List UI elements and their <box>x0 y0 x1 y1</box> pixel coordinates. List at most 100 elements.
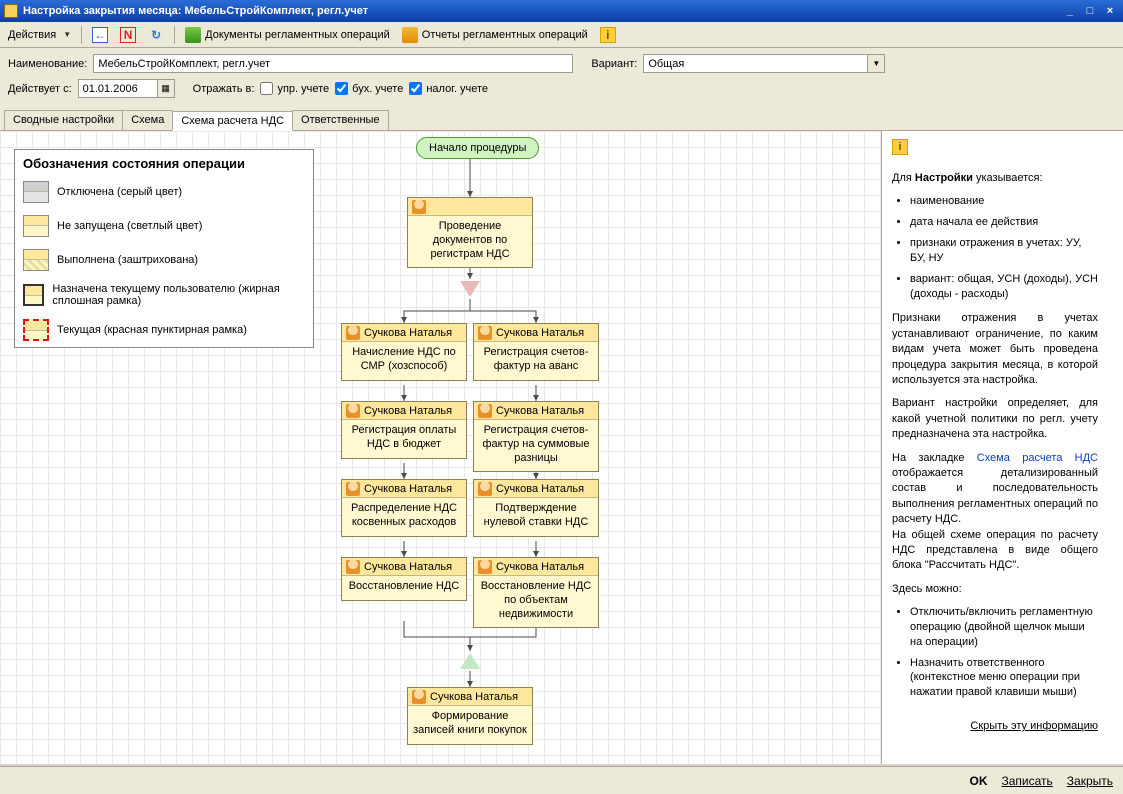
close-window-button[interactable]: × <box>1101 3 1119 19</box>
person-icon <box>412 200 426 214</box>
variant-label: Вариант: <box>591 58 637 70</box>
legend-item-off: Отключена (серый цвет) <box>15 175 313 209</box>
check-nal-label: налог. учете <box>426 83 488 95</box>
documents-icon <box>185 27 201 43</box>
person-icon <box>346 326 360 340</box>
minimize-button[interactable]: _ <box>1061 3 1079 19</box>
window-title: Настройка закрытия месяца: МебельСтройКо… <box>23 5 368 17</box>
legend-box: Обозначения состояния операции Отключена… <box>14 149 314 348</box>
back-icon: ← <box>92 27 108 43</box>
chevron-down-icon: ▼ <box>63 30 71 39</box>
documents-button[interactable]: Документы регламентных операций <box>181 25 394 45</box>
documents-label: Документы регламентных операций <box>205 29 390 41</box>
node-left-0[interactable]: Сучкова Наталья Начисление НДС по СМР (х… <box>341 323 467 381</box>
help-para: Признаки отражения в учетах устанавливаю… <box>892 311 1098 388</box>
check-upr[interactable]: упр. учете <box>260 82 329 95</box>
legend-swatch-done <box>23 249 49 271</box>
ok-button[interactable]: OK <box>970 774 988 788</box>
node-right-3[interactable]: Сучкова Наталья Восстановление НДС по об… <box>473 557 599 628</box>
reflect-label: Отражать в: <box>193 83 255 95</box>
back-button[interactable]: ← <box>88 25 112 45</box>
check-buh-label: бух. учете <box>352 83 403 95</box>
help-pane: i Для Настройки указывается: наименовани… <box>882 131 1108 764</box>
legend-swatch-notrun <box>23 215 49 237</box>
person-icon <box>346 560 360 574</box>
node-right-0[interactable]: Сучкова Наталья Регистрация счетов-факту… <box>473 323 599 381</box>
tab-summary[interactable]: Сводные настройки <box>4 110 123 130</box>
check-buh-box[interactable] <box>335 82 348 95</box>
legend-swatch-assigned <box>23 284 44 306</box>
check-nal[interactable]: налог. учете <box>409 82 488 95</box>
node-first[interactable]: Проведение документов по регистрам НДС <box>407 197 533 268</box>
tab-scheme[interactable]: Схема <box>122 110 173 130</box>
toolbar: Действия ▼ ← N ↻ Документы регламентных … <box>0 22 1123 48</box>
calendar-button[interactable]: ▦ <box>158 79 175 98</box>
reports-label: Отчеты регламентных операций <box>422 29 588 41</box>
legend-item-assigned: Назначена текущему пользователю (жирная … <box>15 277 313 313</box>
maximize-button[interactable]: □ <box>1081 3 1099 19</box>
person-icon <box>478 326 492 340</box>
split-gateway <box>460 281 480 297</box>
info-icon: i <box>892 139 908 155</box>
close-button[interactable]: Закрыть <box>1067 774 1113 788</box>
help-bullet: Назначить ответственного (контекстное ме… <box>910 656 1098 701</box>
legend-item-current: Текущая (красная пунктирная рамка) <box>15 313 313 347</box>
help-toolbar-button[interactable]: i <box>596 25 620 45</box>
person-icon <box>346 404 360 418</box>
form-area: Наименование: Вариант: ▼ Действует с: ▦ … <box>0 48 1123 110</box>
help-para: Вариант настройки определяет, для какой … <box>892 396 1098 442</box>
help-list-bottom: Отключить/включить регламентную операцию… <box>910 605 1098 700</box>
node-left-1[interactable]: Сучкова Наталья Регистрация оплаты НДС в… <box>341 401 467 459</box>
node-start[interactable]: Начало процедуры <box>416 137 539 159</box>
person-icon <box>478 560 492 574</box>
tab-responsible[interactable]: Ответственные <box>292 110 389 130</box>
name-input[interactable] <box>93 54 573 73</box>
help-bullet: признаки отражения в учетах: УУ, БУ, НУ <box>910 236 1098 266</box>
hide-help-link[interactable]: Скрыть эту информацию <box>970 720 1098 732</box>
diagram-pane[interactable]: Обозначения состояния операции Отключена… <box>0 131 882 764</box>
help-list-top: наименование дата начала ее действия при… <box>910 194 1098 301</box>
node-right-2[interactable]: Сучкова Наталья Подтверждение нулевой ст… <box>473 479 599 537</box>
tab-vat-scheme[interactable]: Схема расчета НДС <box>172 111 293 131</box>
check-upr-box[interactable] <box>260 82 273 95</box>
hide-help-wrap: Скрыть эту информацию <box>892 720 1098 732</box>
node-left-2[interactable]: Сучкова Наталья Распределение НДС косвен… <box>341 479 467 537</box>
actions-label: Действия <box>8 29 56 41</box>
node-final[interactable]: Сучкова Наталья Формирование записей кни… <box>407 687 533 745</box>
help-tab-link[interactable]: Схема расчета НДС <box>977 452 1098 464</box>
refresh-button[interactable]: ↻ <box>144 25 168 45</box>
actions-menu[interactable]: Действия ▼ <box>4 25 75 45</box>
nav-icon: N <box>120 27 136 43</box>
window-titlebar: Настройка закрытия месяца: МебельСтройКо… <box>0 0 1123 22</box>
node-left-3[interactable]: Сучкова Наталья Восстановление НДС <box>341 557 467 601</box>
check-nal-box[interactable] <box>409 82 422 95</box>
help-icon: i <box>600 27 616 43</box>
help-bullet: наименование <box>910 194 1098 209</box>
variant-select[interactable] <box>643 54 868 73</box>
reports-icon <box>402 27 418 43</box>
node-right-1[interactable]: Сучкова Наталья Регистрация счетов-факту… <box>473 401 599 472</box>
legend-swatch-current <box>23 319 49 341</box>
join-gateway <box>460 653 480 669</box>
variant-dropdown-button[interactable]: ▼ <box>868 54 885 73</box>
save-button[interactable]: Записать <box>1002 774 1053 788</box>
help-tab-para: На закладке Схема расчета НДС отображает… <box>892 451 1098 574</box>
name-label: Наименование: <box>8 58 87 70</box>
help-intro: Для Настройки указывается: <box>892 171 1098 186</box>
help-bullet: вариант: общая, УСН (доходы), УСН (доход… <box>910 272 1098 302</box>
window-icon <box>4 4 18 18</box>
person-icon <box>478 482 492 496</box>
legend-title: Обозначения состояния операции <box>15 150 313 175</box>
person-icon <box>346 482 360 496</box>
refresh-icon: ↻ <box>148 27 164 43</box>
person-icon <box>412 690 426 704</box>
reports-button[interactable]: Отчеты регламентных операций <box>398 25 592 45</box>
check-buh[interactable]: бух. учете <box>335 82 403 95</box>
tabs: Сводные настройки Схема Схема расчета НД… <box>0 110 1123 130</box>
help-bullet: дата начала ее действия <box>910 215 1098 230</box>
nav-button[interactable]: N <box>116 25 140 45</box>
valid-from-input[interactable] <box>78 79 158 98</box>
help-bullet: Отключить/включить регламентную операцию… <box>910 605 1098 650</box>
valid-from-label: Действует с: <box>8 83 72 95</box>
check-upr-label: упр. учете <box>277 83 329 95</box>
